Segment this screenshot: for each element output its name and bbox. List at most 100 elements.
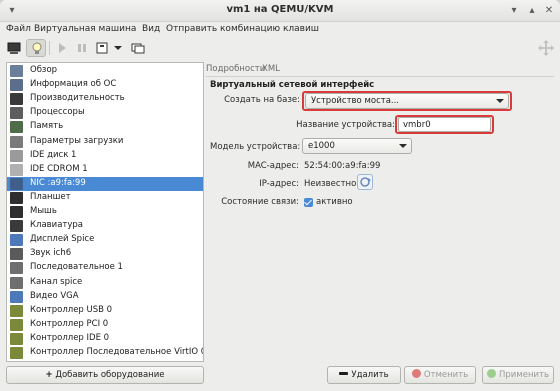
check-icon xyxy=(487,369,496,378)
link-state-checkbox[interactable] xyxy=(304,198,313,207)
hardware-item-label: Дисплей Spice xyxy=(30,234,95,245)
device-name-field[interactable]: vmbr0 xyxy=(398,117,491,132)
maximize-icon[interactable]: ▴ xyxy=(526,5,538,17)
sound-icon xyxy=(10,248,23,261)
mac-value: 52:54:00:a9:fa:99 xyxy=(304,161,381,171)
cdrom-icon xyxy=(10,163,23,176)
hardware-item-label: IDE CDROM 1 xyxy=(30,163,88,174)
tab-xml[interactable]: XML xyxy=(262,64,280,74)
hardware-item[interactable]: Обзор xyxy=(7,64,203,78)
hardware-item[interactable]: Звук ich6 xyxy=(7,247,203,261)
hardware-item[interactable]: Производительность xyxy=(7,92,203,106)
run-button[interactable] xyxy=(52,39,72,57)
hardware-item[interactable]: Канал spice xyxy=(7,276,203,290)
hardware-item[interactable]: Память xyxy=(7,120,203,134)
remove-button[interactable]: Удалить xyxy=(327,366,401,384)
hardware-item[interactable]: Контроллер USB 0 xyxy=(7,304,203,318)
hardware-item-label: Память xyxy=(30,121,64,132)
console-button[interactable] xyxy=(4,39,24,57)
hardware-item[interactable]: Планшет xyxy=(7,191,203,205)
toolbar xyxy=(0,38,560,60)
cancel-button[interactable]: Отменить xyxy=(404,366,476,384)
hardware-item[interactable]: Информация об ОС xyxy=(7,78,203,92)
power-icon xyxy=(96,42,108,54)
minus-icon xyxy=(339,372,349,375)
hardware-item[interactable]: Дисплей Spice xyxy=(7,233,203,247)
hardware-item-label: Контроллер Последовательное VirtIO 0 xyxy=(30,347,204,357)
hardware-item-label: NIC :a9:fa:99 xyxy=(30,177,86,188)
add-hardware-label: Добавить оборудование xyxy=(55,370,165,380)
lightbulb-icon xyxy=(32,42,42,54)
hardware-item[interactable]: Мышь xyxy=(7,205,203,219)
cancel-label: Отменить xyxy=(423,370,469,380)
hardware-item-label: Видео VGA xyxy=(30,290,79,301)
hardware-item[interactable]: Контроллер IDE 0 xyxy=(7,332,203,346)
tab-details[interactable]: Подробности xyxy=(206,64,265,74)
hardware-list[interactable]: Обзор Информация об ОС Производительность П… xyxy=(6,62,204,362)
hardware-item[interactable]: Параметры загрузки xyxy=(7,135,203,149)
hardware-item-label: Процессоры xyxy=(30,107,85,118)
vm-details-window: ▾ vm1 на QEMU/KVM ▾ ▴ ✕ Файл Виртуальная… xyxy=(0,0,560,391)
device-name-value: vmbr0 xyxy=(403,120,431,130)
add-hardware-button[interactable]: + Добавить оборудование xyxy=(6,366,204,384)
hardware-item[interactable]: NIC :a9:fa:99 xyxy=(7,176,203,191)
menu-view[interactable]: Вид xyxy=(142,24,160,34)
fullscreen-button[interactable] xyxy=(536,39,556,57)
tab-divider xyxy=(206,76,554,77)
shutdown-menu-button[interactable] xyxy=(112,39,124,57)
source-label: Создать на базе: xyxy=(224,95,300,105)
window-title: vm1 на QEMU/KVM xyxy=(226,4,334,15)
apply-button[interactable]: Применить xyxy=(482,366,554,384)
chevron-down-icon xyxy=(399,144,407,148)
boot-icon xyxy=(10,135,23,148)
pause-button[interactable] xyxy=(72,39,92,57)
hardware-item[interactable]: Видео VGA xyxy=(7,290,203,304)
title-bar[interactable]: ▾ vm1 на QEMU/KVM ▾ ▴ ✕ xyxy=(0,0,560,22)
video-icon xyxy=(10,290,23,303)
close-icon[interactable]: ✕ xyxy=(543,5,555,17)
section-title: Виртуальный сетевой интерфейс xyxy=(210,80,375,90)
refresh-icon xyxy=(360,177,371,187)
tablet-icon xyxy=(10,191,23,204)
hardware-item[interactable]: IDE диск 1 xyxy=(7,149,203,163)
pause-icon xyxy=(78,44,86,52)
memory-icon xyxy=(10,121,23,134)
plus-icon: + xyxy=(45,370,53,380)
hardware-item-label: Обзор xyxy=(30,65,58,75)
refresh-ip-button[interactable] xyxy=(357,174,373,190)
hardware-item[interactable]: Контроллер Последовательное VirtIO 0 xyxy=(7,346,203,360)
minimize-icon[interactable]: ▾ xyxy=(508,5,520,17)
model-combo[interactable]: e1000 xyxy=(302,138,412,154)
menu-send-key[interactable]: Отправить комбинацию клавиш xyxy=(166,24,319,34)
hardware-item[interactable]: Клавиатура xyxy=(7,219,203,233)
hardware-item-label: Параметры загрузки xyxy=(30,135,124,146)
source-combo-value: Устройство моста... xyxy=(311,96,400,106)
shutdown-button[interactable] xyxy=(92,39,112,57)
link-state-value: активно xyxy=(316,197,353,207)
mac-label: MAC-адрес: xyxy=(247,161,299,171)
remove-label: Удалить xyxy=(351,370,389,380)
hardware-item[interactable]: Контроллер PCI 0 xyxy=(7,318,203,332)
monitor-icon xyxy=(7,42,21,54)
hardware-item[interactable]: IDE CDROM 1 xyxy=(7,163,203,177)
source-combo[interactable]: Устройство моста... xyxy=(305,93,509,109)
model-label: Модель устройства: xyxy=(210,142,301,152)
os-info-icon xyxy=(10,79,23,92)
controller-icon xyxy=(10,332,23,345)
overview-icon xyxy=(10,65,23,77)
hardware-item-label: Производительность xyxy=(30,93,125,104)
hardware-item-label: Мышь xyxy=(30,206,57,216)
ip-value: Неизвестно xyxy=(304,179,357,189)
details-button[interactable] xyxy=(26,39,46,57)
hardware-item[interactable]: Последовательное 1 xyxy=(7,261,203,275)
move-icon xyxy=(538,40,554,56)
snapshots-button[interactable] xyxy=(128,39,148,57)
toolbar-separator xyxy=(49,41,50,55)
chevron-down-icon xyxy=(496,99,504,103)
menu-virtual-machine[interactable]: Виртуальная машина xyxy=(34,24,136,34)
keyboard-icon xyxy=(10,220,23,233)
hardware-item[interactable]: Процессоры xyxy=(7,106,203,120)
menu-file[interactable]: Файл xyxy=(6,24,31,34)
hardware-item-label: Канал spice xyxy=(30,276,83,287)
hardware-item-label: Контроллер USB 0 xyxy=(30,304,113,315)
